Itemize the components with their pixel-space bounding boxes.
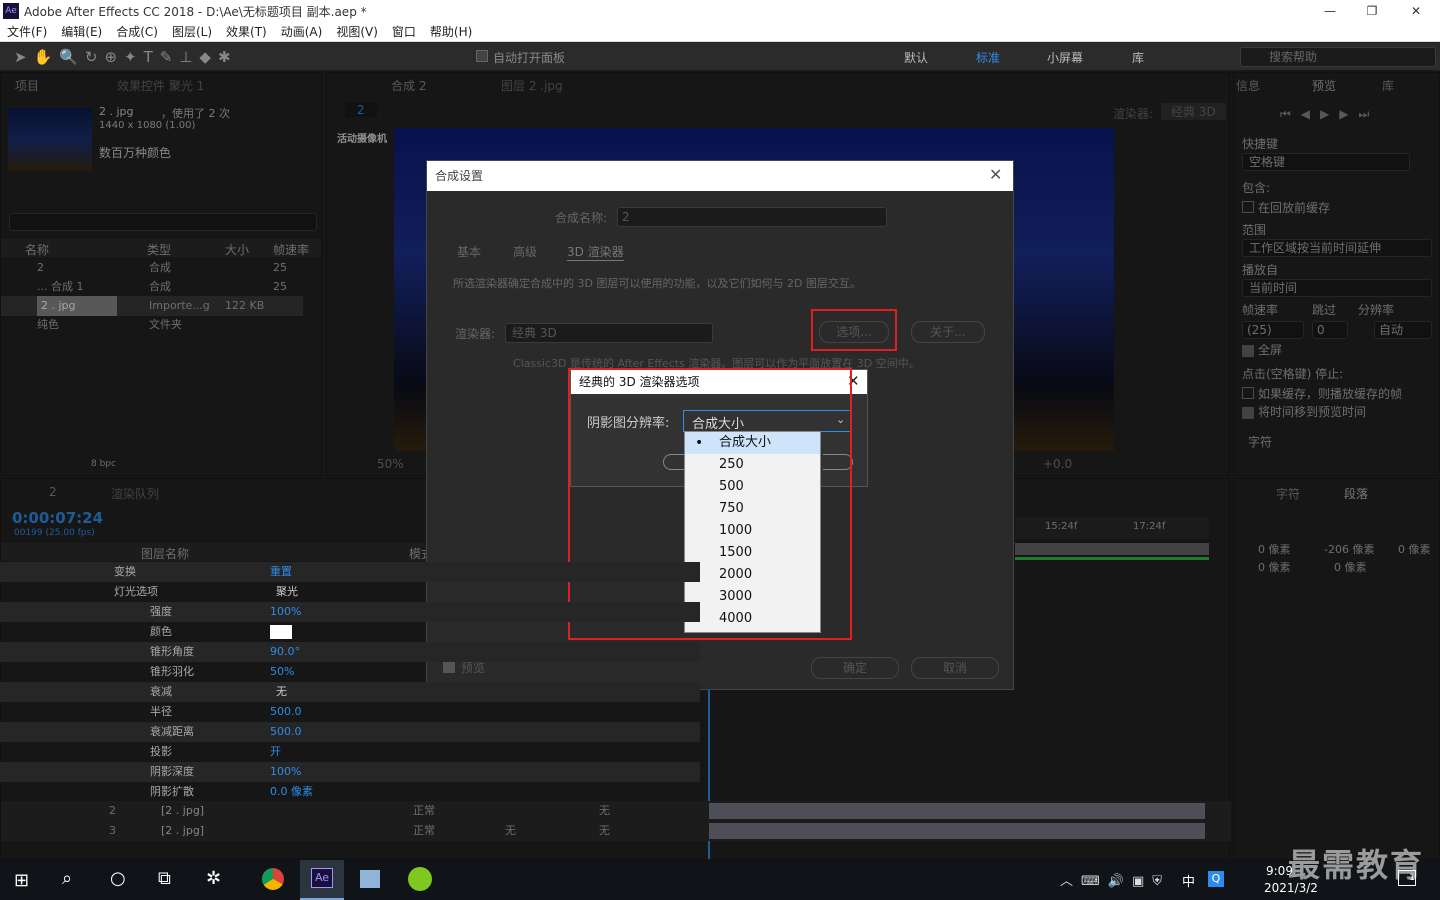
notification-icon[interactable]: 1 — [1398, 870, 1416, 886]
close-button[interactable]: ✕ — [1402, 0, 1430, 22]
property-value[interactable]: 100% — [270, 762, 301, 782]
about-button[interactable]: 关于... — [911, 321, 985, 343]
property-row[interactable]: 投影 开 — [0, 742, 700, 762]
property-row[interactable]: 锥形羽化 50% — [0, 662, 700, 682]
property-value[interactable]: 无 — [276, 682, 287, 702]
q-tray-icon[interactable]: Q — [1208, 871, 1224, 887]
property-value[interactable]: 500.0 — [270, 702, 302, 722]
workspace-standard[interactable]: 标准 — [976, 49, 1000, 66]
tray-icons[interactable]: ︿⌨🔊▣⛨ — [1060, 870, 1170, 889]
workspace-library[interactable]: 库 — [1132, 49, 1144, 66]
property-row[interactable]: 半径 500.0 — [0, 702, 700, 722]
property-row[interactable]: 阴影深度 100% — [0, 762, 700, 782]
property-name: 半径 — [150, 705, 172, 718]
window-title: Adobe After Effects CC 2018 - D:\Ae\无标题项… — [24, 5, 367, 19]
property-name: 衰减 — [150, 685, 172, 698]
ok-button[interactable]: 确定 — [811, 657, 899, 679]
cortana-icon[interactable]: ○ — [110, 868, 126, 889]
property-value[interactable]: 0.0 像素 — [270, 782, 313, 802]
restore-button[interactable]: ❐ — [1358, 0, 1386, 22]
minimize-button[interactable]: — — [1316, 0, 1344, 22]
property-row[interactable]: 灯光选项 聚光 — [0, 582, 700, 602]
title-bar: Ae Adobe After Effects CC 2018 - D:\Ae\无… — [0, 0, 1440, 22]
property-name: 阴影深度 — [150, 765, 194, 778]
workspace-default[interactable]: 默认 — [904, 49, 928, 66]
dialog-tab-basic[interactable]: 基本 — [457, 243, 481, 260]
dialog-title: 合成设置 — [427, 161, 1013, 191]
menu-help[interactable]: 帮助(H) — [423, 22, 479, 42]
chrome-icon[interactable] — [262, 868, 284, 890]
comp-name-label: 合成名称: — [555, 211, 608, 225]
menu-animation[interactable]: 动画(A) — [274, 22, 330, 42]
menu-edit[interactable]: 编辑(E) — [54, 22, 109, 42]
property-row[interactable]: 颜色 — [0, 622, 700, 642]
windows-start-icon[interactable]: ⊞ — [14, 870, 29, 891]
property-name: 变换 — [114, 565, 136, 578]
property-row[interactable]: 锥形角度 90.0° — [0, 642, 700, 662]
search-icon[interactable]: ⌕ — [62, 868, 72, 889]
dialog-close-button[interactable]: ✕ — [989, 165, 1002, 184]
ae-icon-label: Ae — [311, 868, 333, 888]
renderer-label: 渲染器: — [455, 327, 496, 341]
property-name: 投影 — [150, 745, 172, 758]
property-row[interactable]: 变换 重置 — [0, 562, 700, 582]
after-effects-taskbar-icon[interactable]: Ae — [300, 860, 344, 900]
dialog-tab-3d[interactable]: 3D 渲染器 — [567, 243, 624, 261]
help-search-input[interactable]: 搜索帮助 — [1240, 47, 1436, 67]
pinwheel-icon[interactable]: ✲ — [206, 868, 221, 889]
menu-layer[interactable]: 图层(L) — [165, 22, 219, 42]
property-name: 锥形角度 — [150, 645, 194, 658]
workspace-small[interactable]: 小屏幕 — [1047, 49, 1083, 66]
property-name: 颜色 — [150, 625, 172, 638]
ime-indicator[interactable]: 中 — [1182, 871, 1195, 890]
auto-open-label: 自动打开面板 — [493, 51, 566, 65]
comp-name-input[interactable]: 2 — [617, 207, 887, 227]
property-value[interactable]: 100% — [270, 602, 301, 622]
menu-bar: 文件(F) 编辑(E) 合成(C) 图层(L) 效果(T) 动画(A) 视图(V) 窗口 帮助(… — [0, 22, 1440, 42]
task-view-icon[interactable]: ⧉ — [158, 868, 171, 889]
color-swatch[interactable] — [270, 625, 292, 639]
property-name: 灯光选项 — [114, 585, 158, 598]
property-row[interactable]: 阴影扩散 0.0 像素 — [0, 782, 700, 802]
property-row[interactable]: 衰减 无 — [0, 682, 700, 702]
dialog-description: 所选渲染器确定合成中的 3D 图层可以使用的功能，以及它们如何与 2D 图层交互… — [453, 277, 861, 290]
melon-icon[interactable] — [408, 867, 432, 891]
options-highlight-box — [811, 309, 897, 351]
property-row[interactable]: 衰减距离 500.0 — [0, 722, 700, 742]
taskbar: ⊞ ⌕ ○ ⧉ ✲ Ae ︿⌨🔊▣⛨ 中 Q 9:09 2021/3/2 最需教… — [0, 846, 1440, 900]
property-name: 阴影扩散 — [150, 785, 194, 798]
tool-icons[interactable]: ➤✋🔍↻⊕✦T✎⊥◆✱ — [14, 48, 238, 66]
property-name: 强度 — [150, 605, 172, 618]
renderer-select[interactable]: 经典 3D — [505, 323, 713, 343]
menu-effect[interactable]: 效果(T) — [219, 22, 274, 42]
property-value[interactable]: 开 — [270, 742, 281, 762]
property-value[interactable]: 聚光 — [276, 582, 298, 602]
menu-window[interactable]: 窗口 — [385, 22, 423, 42]
cancel-button[interactable]: 取消 — [911, 657, 999, 679]
tools-toolbar: ➤✋🔍↻⊕✦T✎⊥◆✱ 自动打开面板 默认 标准 小屏幕 库 搜索帮助 — [0, 43, 1440, 71]
notes-icon[interactable] — [360, 870, 380, 888]
property-value[interactable]: 50% — [270, 662, 294, 682]
menu-composition[interactable]: 合成(C) — [109, 22, 165, 42]
menu-file[interactable]: 文件(F) — [0, 22, 54, 42]
menu-view[interactable]: 视图(V) — [329, 22, 385, 42]
app-icon: Ae — [3, 3, 19, 19]
property-value[interactable]: 90.0° — [270, 642, 300, 662]
property-name: 锥形羽化 — [150, 665, 194, 678]
property-value[interactable]: 重置 — [270, 562, 292, 582]
auto-open-checkbox[interactable] — [476, 50, 488, 62]
property-name: 衰减距离 — [150, 725, 194, 738]
dialog-tab-advanced[interactable]: 高级 — [513, 243, 537, 260]
property-row[interactable]: 强度 100% — [0, 602, 700, 622]
property-value[interactable]: 500.0 — [270, 722, 302, 742]
